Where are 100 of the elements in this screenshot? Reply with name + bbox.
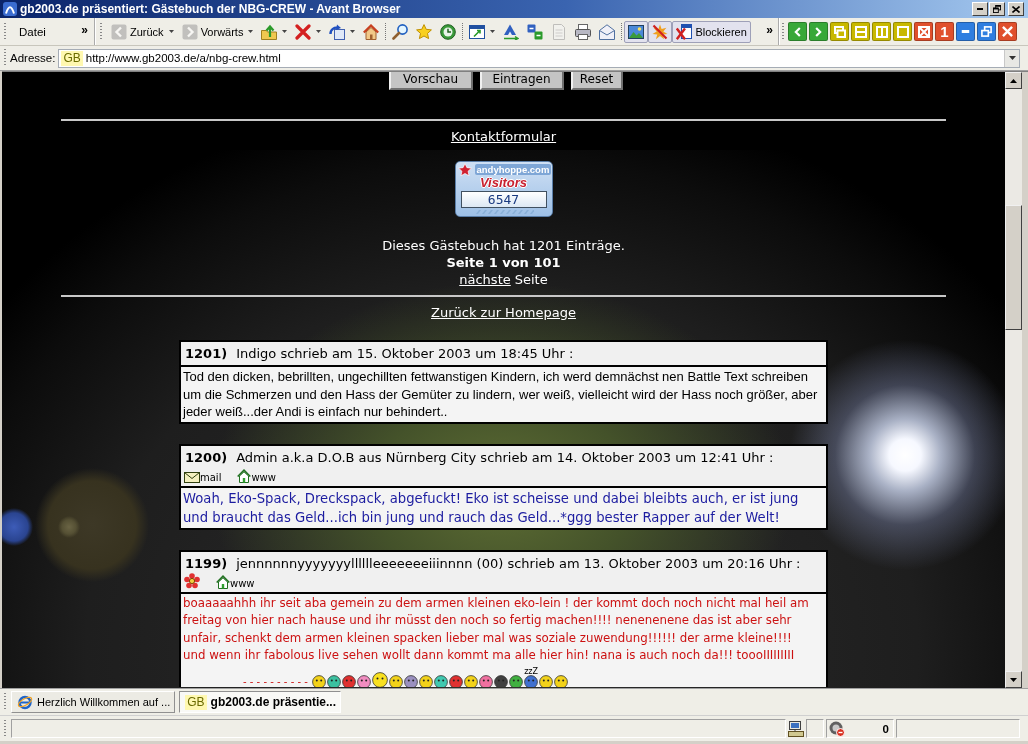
star-icon	[416, 23, 433, 40]
entry-number: 1200)	[185, 448, 228, 466]
restore-button[interactable]	[989, 2, 1005, 16]
restore-icon	[993, 5, 1001, 13]
scroll-up-button[interactable]	[1005, 72, 1022, 89]
curved-arrow-icon	[329, 23, 346, 40]
restore-tab-button[interactable]	[977, 22, 996, 41]
counter-site-text: andyhoppe.com	[474, 164, 552, 175]
single-tab-button[interactable]: 1	[935, 22, 954, 41]
smiley-icon	[464, 674, 479, 687]
dropdown-arrow-icon	[168, 30, 174, 33]
flash-button[interactable]	[648, 20, 673, 43]
popup-blocker-button[interactable]: Blockieren	[672, 20, 751, 43]
window-title: gb2003.de präsentiert: Gästebuch der NBG-CREW - Avant Browser	[20, 2, 401, 16]
close-tab-button[interactable]	[998, 22, 1017, 41]
smiley-icon	[479, 674, 494, 687]
sleep-caption: zzZ	[524, 667, 539, 675]
smiley-icon	[494, 674, 509, 687]
url-text: http://www.gb2003.de/a/nbg-crew.html	[85, 52, 281, 64]
chevron-left-icon	[794, 26, 801, 37]
previous-tab-button[interactable]	[788, 22, 807, 41]
tile-horizontal-button[interactable]	[851, 22, 870, 41]
app-icon	[3, 2, 17, 16]
form-button[interactable]: Vorschau	[388, 72, 473, 90]
smiley-icon	[434, 674, 449, 687]
website-link[interactable]: www	[237, 468, 276, 483]
entry-author-line: Admin a.k.a D.O.B aus Nürnberg City schrieb am 14. Oktober 2003 um 12:41 Uhr :	[236, 448, 774, 466]
address-field[interactable]: GB http://www.gb2003.de/a/nbg-crew.html	[58, 48, 1020, 68]
search-icon	[392, 23, 409, 40]
site-favicon: GB	[61, 50, 83, 66]
smiley-icon	[524, 674, 539, 687]
horizontal-split-icon	[854, 25, 867, 38]
smiley-icon	[539, 674, 554, 687]
vertical-split-icon	[875, 25, 888, 38]
dropdown-arrow-icon	[316, 30, 322, 33]
entry-number: 1201)	[185, 345, 228, 362]
document-icon	[551, 23, 568, 40]
smiley-icon	[404, 674, 419, 687]
flower-icon[interactable]	[184, 572, 200, 589]
cross-icon	[295, 23, 312, 40]
smiley-icon	[372, 671, 389, 687]
mail-link[interactable]: mail	[184, 471, 222, 483]
close-icon	[1012, 5, 1020, 13]
address-dropdown-button[interactable]	[1004, 49, 1019, 67]
picture-icon	[628, 23, 645, 40]
dropdown-arrow-icon	[350, 30, 356, 33]
menu-item[interactable]: Datei	[14, 23, 51, 40]
minimize-button[interactable]	[972, 2, 988, 16]
house-icon	[237, 468, 252, 483]
smiley-icon	[419, 674, 434, 687]
contact-link[interactable]: Kontaktformular	[450, 129, 557, 144]
smiley-icon	[342, 674, 357, 687]
close-button[interactable]	[1008, 2, 1024, 16]
tile-vertical-button[interactable]	[872, 22, 891, 41]
close-all-button[interactable]	[914, 22, 933, 41]
squares-icon	[527, 23, 544, 40]
dropdown-arrow-icon	[248, 30, 254, 33]
maximize-tab-button[interactable]	[893, 22, 912, 41]
blocked-count: 0	[882, 722, 889, 735]
toolbar-overflow-button[interactable]: »	[761, 22, 778, 41]
scrollbar-thumb[interactable]	[1005, 205, 1022, 330]
window-icon	[469, 23, 486, 40]
form-button[interactable]: Eintragen	[479, 72, 564, 90]
page-label: Seite	[514, 271, 548, 288]
cascade-button[interactable]	[830, 22, 849, 41]
homepage-link[interactable]: Zurück zur Homepage	[431, 305, 576, 320]
square-icon	[896, 25, 909, 38]
smiley-icon	[312, 674, 327, 687]
page-number-text: Seite 1 von 101	[446, 254, 561, 271]
scroll-down-button[interactable]	[1005, 671, 1022, 688]
up-arrow-icon	[1010, 78, 1017, 83]
down-arrow-icon	[1010, 677, 1017, 682]
orbit-ring-icon	[17, 694, 33, 710]
browser-tab[interactable]: GB gb2003.de präsentie...	[179, 691, 341, 713]
cascade-windows-icon	[833, 25, 846, 38]
next-tab-button[interactable]	[809, 22, 828, 41]
minimize-tab-button[interactable]	[956, 22, 975, 41]
smiley-icon	[327, 674, 342, 687]
computer-icon	[788, 720, 804, 737]
next-page-link[interactable]: nächste	[459, 271, 511, 288]
folder-arrow-icon	[261, 23, 278, 40]
minimize-icon	[961, 30, 970, 33]
site-favicon: GB	[185, 694, 207, 710]
dropdown-arrow-icon	[490, 30, 496, 33]
browser-tab[interactable]: Herzlich Willkommen auf ...	[11, 691, 176, 713]
dropdown-arrow-icon	[1008, 56, 1016, 60]
menu-overflow-button[interactable]: »	[75, 22, 94, 41]
images-button[interactable]	[624, 20, 649, 43]
entry-author-line: Indigo schrieb am 15. Oktober 2003 um 18:45 Uhr :	[236, 345, 574, 362]
dashed-line-text: ----------	[243, 676, 312, 687]
house-icon	[216, 574, 230, 589]
entry-number: 1199)	[185, 554, 228, 572]
entry-message: Tod den dicken, bebrillten, ungechillten fettwanstigen Kindern, ich werd demnächst nen Battle Text schreiben um die Schmerzen und den Hass der Gemüter zu lindern, wer weiß, vielleicht wird der Hass noch größer, aber jeder weiß...der Andi is einfach nur behindert..	[183, 368, 819, 421]
entry-count-text: Dieses Gästebuch hat 1201 Einträge.	[382, 237, 625, 254]
entry-author-line: jennnnnnyyyyyyylllllleeeeeeeiiinnnn (00) schrieb am 13. Oktober 2003 um 20:16 Uhr :	[236, 554, 801, 572]
form-button[interactable]: Reset	[570, 72, 623, 90]
square-cross-icon	[917, 25, 930, 38]
smiley-icon	[357, 674, 372, 687]
website-link[interactable]: www	[216, 574, 255, 589]
entry-message: Woah, Eko-Spack, Dreckspack, abgefuckt! Eko ist scheisse und dabei bleibts auch, er ist jung und braucht das Geld...ich bin jung und rauch das Geld...*ggg bester Rapper auf der Welt!	[183, 489, 800, 527]
